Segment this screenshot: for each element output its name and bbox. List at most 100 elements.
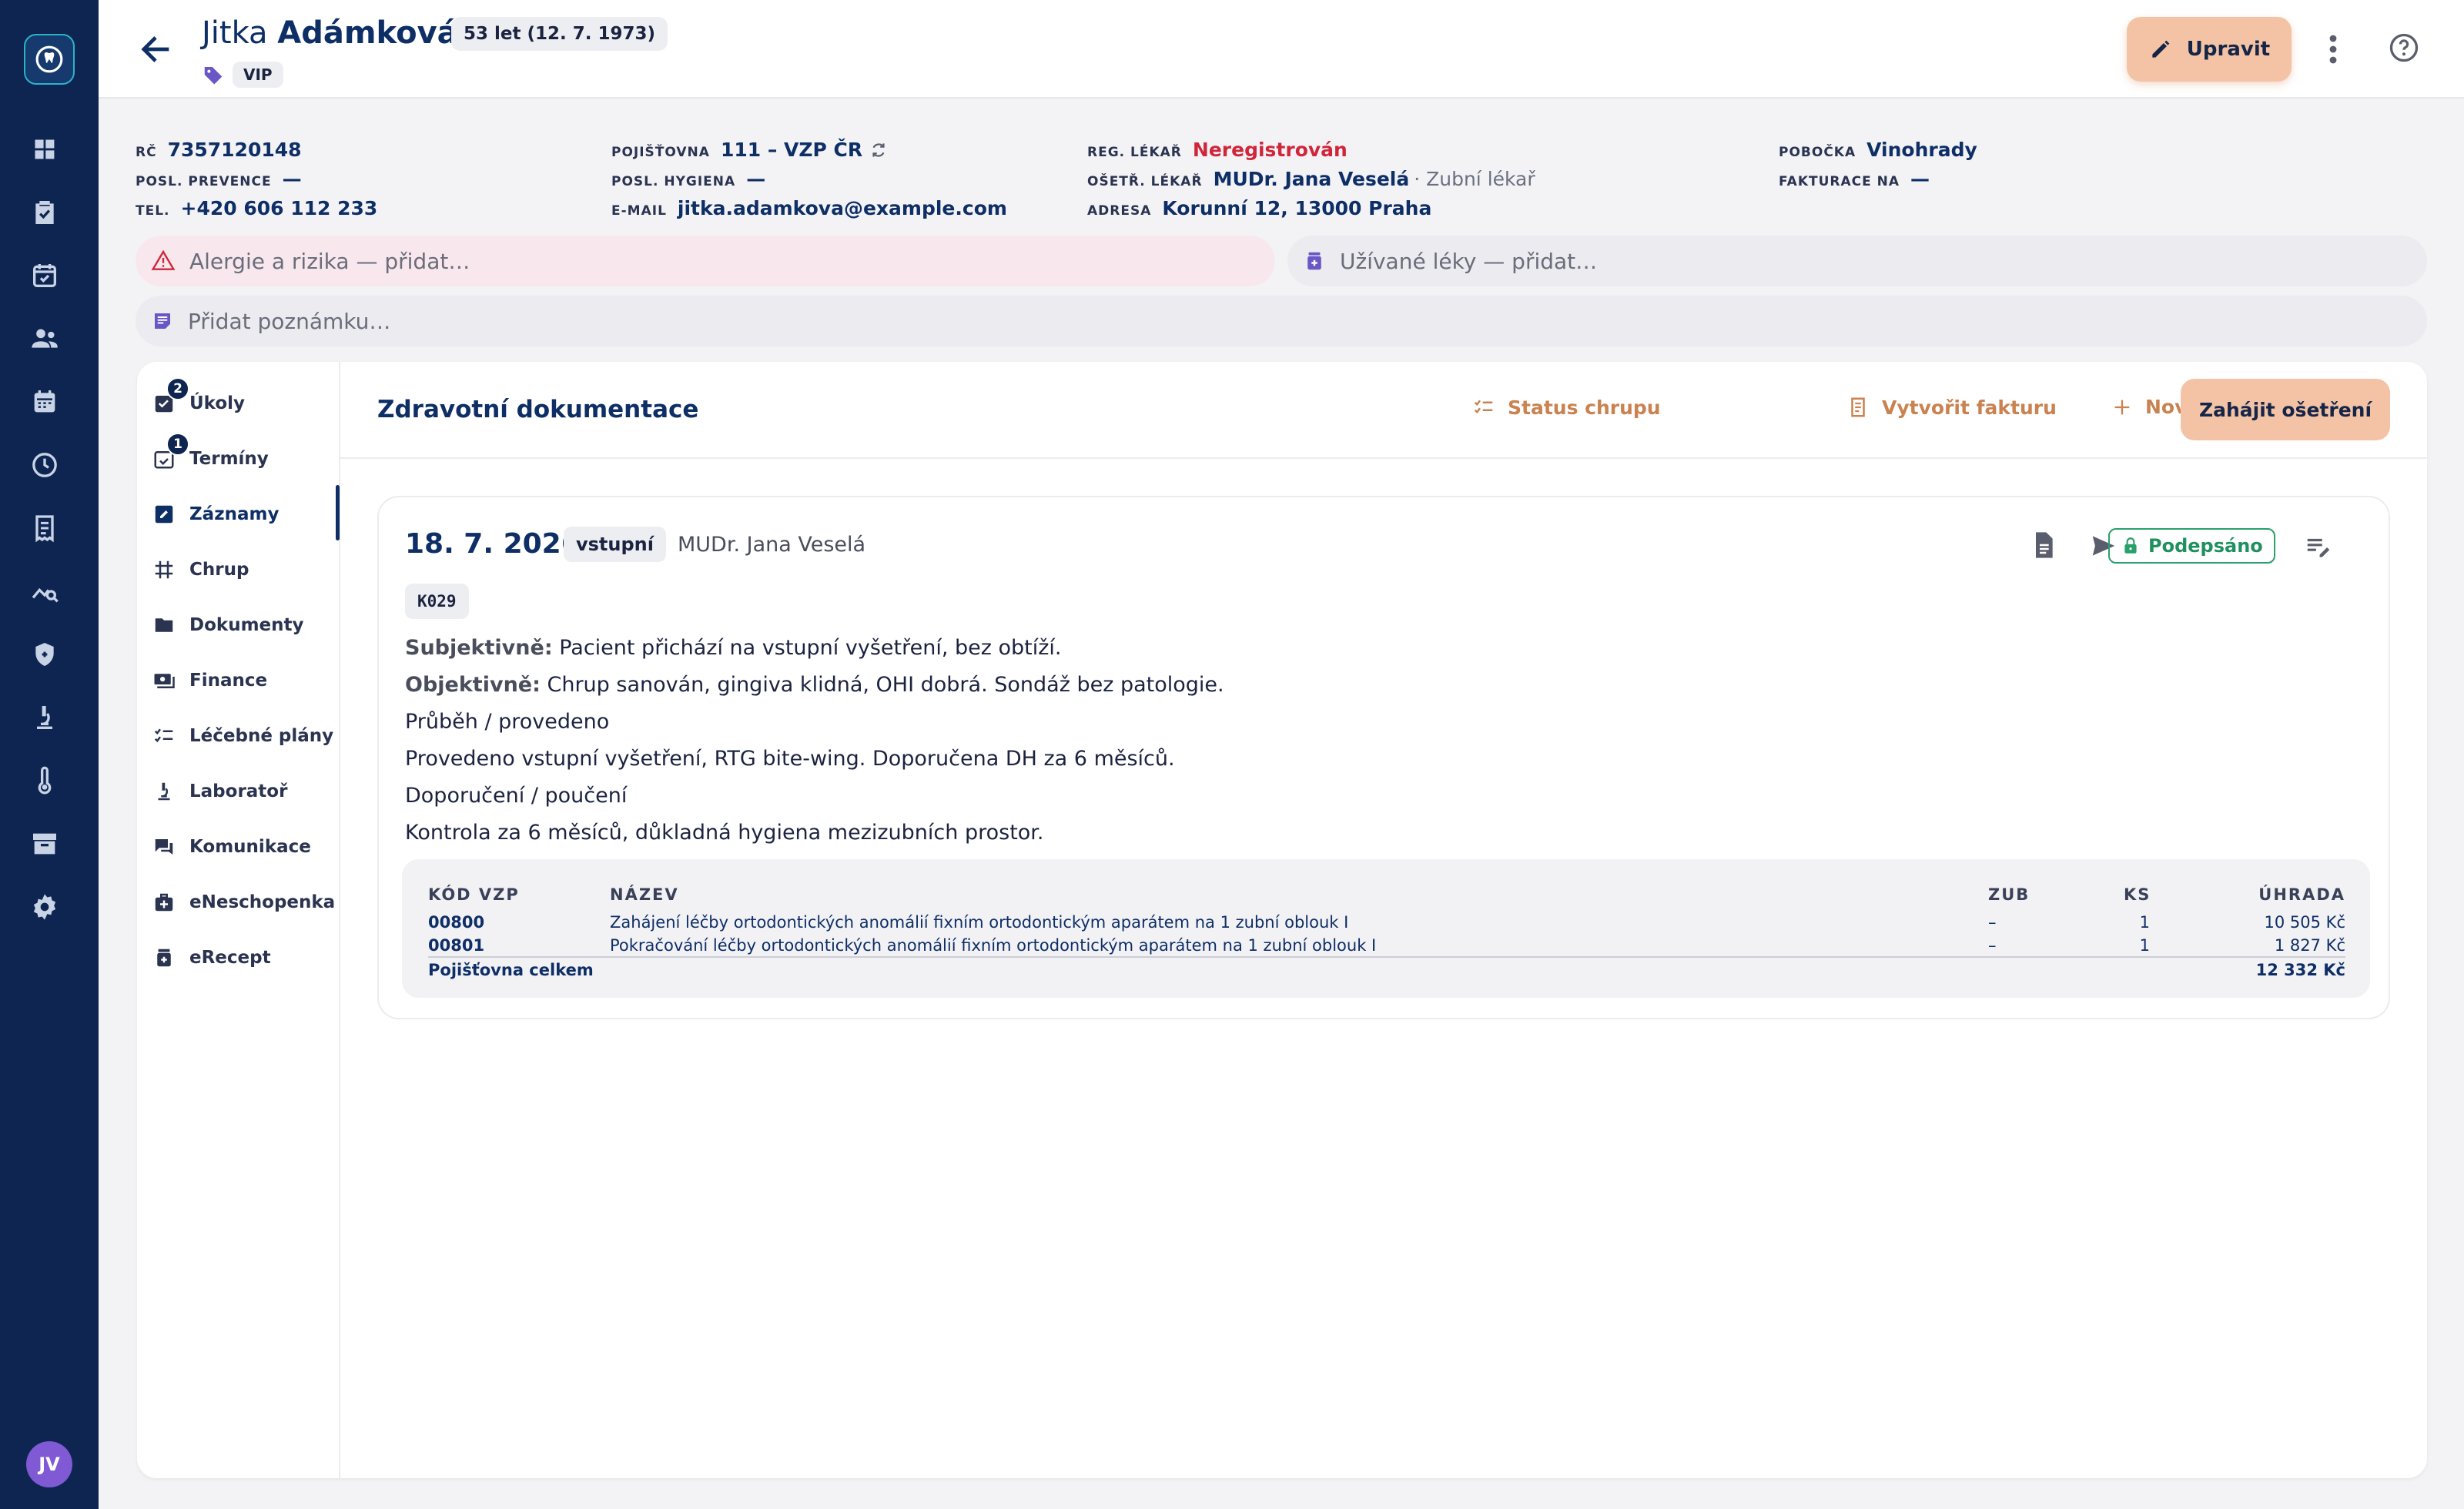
table-cell-code: 00801 (428, 936, 485, 955)
table-cell-price: 10 505 Kč (2264, 913, 2345, 932)
table-cell-name: Pokračování léčby ortodontických anomáli… (610, 936, 1377, 955)
edit-button[interactable]: Upravit (2127, 17, 2292, 82)
record-card: 18. 7. 2026 vstupní MUDr. Jana Veselá K0… (377, 496, 2390, 1019)
document-icon[interactable] (2028, 530, 2059, 560)
info-phone: TEL. +420 606 112 233 (136, 197, 378, 219)
patient-tag-vip[interactable]: VIP (233, 62, 283, 88)
folder-icon (155, 618, 173, 632)
create-invoice-button[interactable]: Vytvořit fakturu (1846, 396, 2057, 419)
note-bar[interactable]: Přidat poznámku… (136, 296, 2427, 346)
pencil-icon (2152, 40, 2170, 58)
dashboard-icon[interactable] (29, 134, 60, 165)
nav-badge-ukoly: 2 (166, 377, 189, 400)
nav-item-lecebne-plany[interactable]: Léčebné plány (152, 721, 340, 751)
tooth-logo-icon[interactable] (24, 34, 75, 85)
table-cell-qty: 1 (2139, 913, 2150, 932)
tag-icon (202, 63, 225, 89)
note-icon (155, 313, 170, 329)
nav-item-zaznamy[interactable]: Záznamy (152, 499, 340, 530)
info-branch: POBOČKA Vinohrady (1779, 139, 1977, 161)
allergies-bar[interactable]: Alergie a rizika — přidat… (136, 236, 1275, 286)
status-chrupu-button[interactable]: Status chrupu (1472, 396, 1661, 419)
table-cell-qty: 1 (2139, 936, 2150, 955)
record-progress-text: Provedeno vstupní vyšetření, RTG bite-wi… (405, 747, 1175, 771)
info-address: ADRESA Korunní 12, 13000 Praha (1087, 197, 1432, 219)
clipboard-check-icon[interactable] (29, 197, 60, 228)
documentation-header: Zdravotní dokumentace Status chrupu Vytv… (340, 362, 2427, 459)
info-reg-doctor: REG. LÉKAŘ Neregistrován (1087, 139, 1348, 161)
more-vert-icon[interactable] (2318, 31, 2348, 71)
patient-age-badge: 53 let (12. 7. 1973) (451, 17, 668, 51)
record-date: 18. 7. 2026 (405, 528, 581, 560)
clock-icon[interactable] (29, 450, 60, 480)
nav-item-ukoly[interactable]: Úkoly 2 (152, 377, 340, 419)
thermometer-icon[interactable] (29, 765, 60, 796)
page-title: Zdravotní dokumentace (377, 396, 699, 423)
plus-icon (2114, 400, 2130, 414)
info-email: E-MAIL jitka.adamkova@example.com (611, 197, 1007, 219)
settings-icon[interactable] (29, 892, 60, 922)
microscope-icon (158, 782, 170, 801)
arrow-back-icon[interactable] (136, 29, 176, 69)
record-subjective: Subjektivně: Pacient přichází na vstupní… (405, 636, 1062, 660)
info-hygiene: POSL. HYGIENA — (611, 168, 766, 190)
record-type-badge: vstupní (564, 527, 666, 562)
column-header-tooth: ZUB (1988, 885, 2030, 904)
table-total-divider (428, 956, 2345, 958)
column-header-name: NÁZEV (610, 885, 679, 904)
patient-name: Jitka Adámková (202, 15, 458, 51)
calendar-icon[interactable] (29, 386, 60, 417)
record-objective: Objektivně: Chrup sanován, gingiva klidn… (405, 673, 1224, 697)
nav-item-terminy[interactable]: Termíny 1 (152, 433, 340, 474)
table-total-value: 12 332 Kč (2255, 961, 2345, 979)
table-cell-tooth: – (1988, 936, 1997, 955)
start-treatment-button[interactable]: Zahájit ošetření (2181, 379, 2390, 440)
table-cell-tooth: – (1988, 913, 1997, 932)
medications-bar[interactable]: Užívané léky — přidat… (1287, 236, 2427, 286)
checklist-icon (1474, 400, 1493, 414)
nav-item-laborator[interactable]: Laboratoř (152, 776, 340, 807)
user-avatar[interactable]: JV (26, 1441, 72, 1487)
table-cell-price: 1 827 Kč (2274, 936, 2345, 955)
lock-icon (2124, 537, 2137, 554)
nav-item-finance[interactable]: Finance (152, 665, 340, 696)
sync-icon[interactable] (869, 140, 889, 160)
help-icon[interactable] (2387, 31, 2421, 68)
diagnosis-code-badge: K029 (405, 584, 469, 619)
nav-item-erecept[interactable]: eRecept (152, 942, 340, 973)
table-total-label: Pojišťovna celkem (428, 961, 594, 979)
info-prevention: POSL. PREVENCE — (136, 168, 302, 190)
record-doctor: MUDr. Jana Veselá (678, 533, 866, 557)
procedures-table: KÓD VZP NÁZEV ZUB KS ÚHRADA 00800 Zaháje… (402, 859, 2370, 998)
record-progress-heading: Průběh / provedeno (405, 710, 610, 734)
nav-active-indicator (336, 485, 340, 540)
microscope-icon[interactable] (29, 702, 60, 733)
nav-item-eneschopenka[interactable]: eNeschopenka (152, 887, 340, 918)
grid-icon (155, 560, 173, 579)
nav-item-chrup[interactable]: Chrup (152, 554, 340, 585)
info-insurer: POJIŠŤOVNA 111 – VZP ČR (611, 139, 889, 161)
calendar-check-icon[interactable] (29, 260, 60, 291)
info-rc: RČ 7357120148 (136, 139, 302, 161)
checklist-icon (154, 728, 173, 743)
warning-icon (151, 249, 176, 270)
archive-icon[interactable] (29, 828, 60, 859)
receipt-icon[interactable] (29, 513, 60, 544)
info-billing: FAKTURACE NA — (1779, 168, 1930, 190)
nav-item-komunikace[interactable]: Komunikace (152, 831, 340, 862)
signed-status-badge: Podepsáno (2108, 528, 2275, 564)
record-recommend-text: Kontrola za 6 měsíců, důkladná hygiena m… (405, 821, 1044, 845)
invoice-icon (1851, 397, 1865, 417)
pill-icon (1307, 252, 1321, 270)
edit-record-icon (155, 505, 173, 524)
info-treat-doctor: OŠETŘ. LÉKAŘ MUDr. Jana Veselá · Zubní lék… (1087, 168, 1535, 190)
edit-note-icon[interactable] (2304, 533, 2333, 562)
column-header-code: KÓD VZP (428, 885, 520, 904)
column-header-qty: KS (2124, 885, 2151, 904)
nav-item-dokumenty[interactable]: Dokumenty (152, 610, 340, 641)
shield-icon[interactable] (29, 639, 60, 670)
people-icon[interactable] (29, 323, 60, 354)
analytics-icon[interactable] (29, 576, 60, 607)
app-rail: JV (0, 0, 99, 1509)
table-cell-code: 00800 (428, 913, 485, 932)
